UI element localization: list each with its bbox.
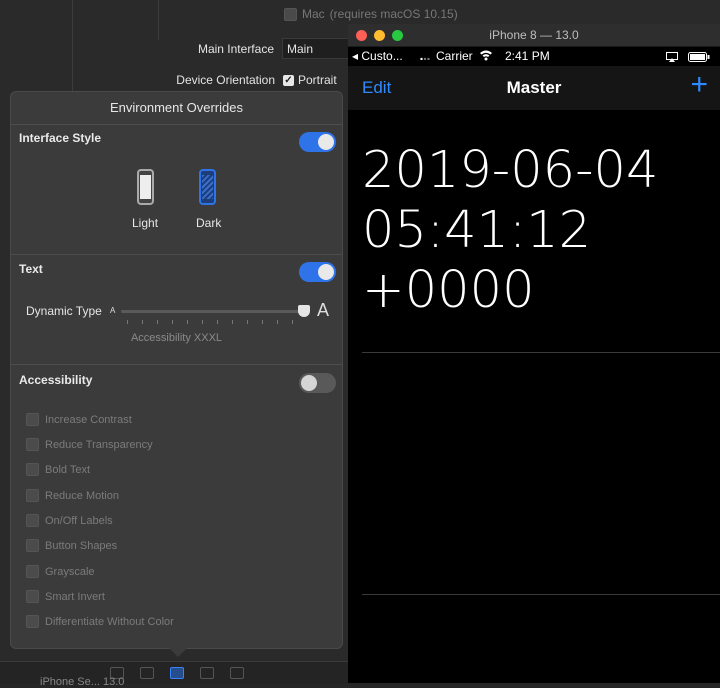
- option-label: Differentiate Without Color: [45, 615, 174, 628]
- divider: [158, 0, 159, 40]
- checkbox[interactable]: [26, 489, 39, 502]
- slider-ticks: [127, 320, 308, 325]
- cell-line: 2019-06-04: [362, 141, 659, 200]
- checkmark-icon: ✓: [283, 74, 294, 86]
- battery-icon: [688, 51, 710, 65]
- accessibility-label: Accessibility: [19, 373, 93, 387]
- carrier-label: Carrier: [436, 49, 473, 63]
- accessibility-option[interactable]: Reduce Transparency: [26, 438, 153, 451]
- accessibility-toggle[interactable]: [299, 373, 336, 393]
- add-button[interactable]: +: [690, 70, 708, 100]
- checkbox[interactable]: [26, 590, 39, 603]
- popover-title: Environment Overrides: [110, 100, 243, 115]
- divider: [11, 364, 342, 365]
- environment-overrides-popover: Environment Overrides Interface Style Li…: [10, 91, 343, 649]
- text-toggle[interactable]: [299, 262, 336, 282]
- device-orientation-label: Device Orientation: [176, 73, 275, 87]
- large-a-icon: A: [317, 300, 330, 320]
- small-a-icon: A: [110, 306, 116, 315]
- divider: [11, 124, 342, 125]
- checkbox[interactable]: [26, 438, 39, 451]
- option-label: Button Shapes: [45, 539, 118, 552]
- device-name-text: iPhone Se... 13.0: [40, 676, 125, 688]
- interface-style-toggle[interactable]: [299, 132, 336, 152]
- phone-light-icon[interactable]: [137, 169, 154, 205]
- popover-arrow: [169, 648, 187, 657]
- text-section-label: Text: [19, 262, 43, 276]
- checkbox[interactable]: [26, 565, 39, 578]
- option-label: Grayscale: [45, 565, 95, 578]
- mac-checkbox-row: Mac (requires macOS 10.15): [284, 7, 458, 21]
- checkbox[interactable]: [26, 463, 39, 476]
- phone-dark-icon[interactable]: [199, 169, 216, 205]
- navigation-bar: Edit Master +: [348, 66, 720, 110]
- slider-thumb[interactable]: [298, 305, 310, 317]
- checkbox[interactable]: [26, 514, 39, 527]
- checkbox[interactable]: [26, 615, 39, 628]
- mac-label: Mac: [302, 7, 325, 21]
- divider: [72, 0, 73, 95]
- simulator-titlebar: iPhone 8 — 13.0: [348, 24, 720, 47]
- dynamic-type-label: Dynamic Type: [26, 304, 102, 318]
- accessibility-option[interactable]: Reduce Motion: [26, 489, 119, 502]
- divider: [11, 254, 342, 255]
- accessibility-option[interactable]: Button Shapes: [26, 539, 117, 552]
- airplay-icon: [666, 51, 678, 65]
- location-icon[interactable]: [200, 667, 214, 679]
- accessibility-option[interactable]: Smart Invert: [26, 590, 105, 603]
- nav-title: Master: [506, 78, 562, 97]
- dark-label: Dark: [196, 216, 222, 230]
- accessibility-option[interactable]: Bold Text: [26, 463, 90, 476]
- light-label: Light: [132, 216, 159, 230]
- checkbox[interactable]: [26, 413, 39, 426]
- accessibility-option[interactable]: Increase Contrast: [26, 413, 132, 426]
- main-interface-field[interactable]: Main: [282, 38, 352, 59]
- dynamic-type-slider[interactable]: [121, 310, 304, 313]
- main-interface-label: Main Interface: [197, 42, 274, 56]
- portrait-checkbox[interactable]: ✓ Portrait: [283, 73, 337, 87]
- dynamic-type-value: Accessibility XXXL: [130, 332, 223, 344]
- interface-style-label: Interface Style: [19, 131, 102, 145]
- environment-overrides-icon[interactable]: [170, 667, 184, 679]
- appearance-icon[interactable]: [140, 667, 154, 679]
- option-label: Increase Contrast: [45, 413, 132, 426]
- row-separator: [362, 352, 720, 353]
- option-label: Smart Invert: [45, 590, 105, 603]
- accessibility-option[interactable]: Grayscale: [26, 565, 95, 578]
- cell-line: 05:41:12: [362, 201, 592, 260]
- accessibility-option[interactable]: On/Off Labels: [26, 514, 113, 527]
- scheme-icon[interactable]: [230, 667, 244, 679]
- back-to-app[interactable]: ◂ Custo...: [352, 49, 403, 63]
- status-time: 2:41 PM: [505, 49, 550, 63]
- option-label: On/Off Labels: [45, 514, 113, 527]
- cell-line: +0000: [362, 261, 535, 320]
- option-label: Reduce Transparency: [45, 438, 153, 451]
- mac-note: (requires macOS 10.15): [329, 7, 458, 21]
- portrait-label: Portrait: [298, 73, 337, 87]
- simulator-title: iPhone 8 — 13.0: [489, 28, 579, 42]
- row-separator: [362, 594, 720, 595]
- wifi-icon: [479, 49, 493, 64]
- checkbox[interactable]: [26, 539, 39, 552]
- option-label: Reduce Motion: [45, 489, 119, 502]
- mac-checkbox: [284, 7, 297, 21]
- simulator-window: iPhone 8 — 13.0 ◂ Custo... Carrier 2:41 …: [348, 24, 720, 683]
- status-bar: ◂ Custo... Carrier 2:41 PM: [348, 46, 720, 66]
- table-row[interactable]: 2019-06-04 05:41:12 +0000: [362, 141, 658, 321]
- signal-dots-icon: [420, 49, 431, 61]
- option-label: Bold Text: [45, 463, 91, 476]
- accessibility-option[interactable]: Differentiate Without Color: [26, 615, 174, 628]
